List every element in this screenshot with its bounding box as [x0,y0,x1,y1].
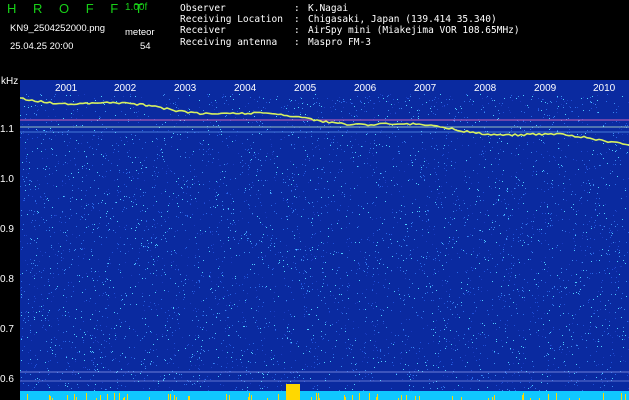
header: H R O F F T 1.00f KN9_2504252000.png 25.… [0,0,629,80]
info-row-antenna: Receiving antenna : Maspro FM-3 [180,37,520,48]
meteor-marker [188,396,189,400]
baseline-strip [20,391,629,400]
meteor-count: 54 [140,41,151,52]
time-tick-label: 2009 [534,83,557,94]
meteor-marker [67,395,68,400]
meteor-marker [249,393,250,400]
time-tick-label: 2008 [474,83,497,94]
info-label: Receiving Location [180,14,283,26]
time-tick-label: 2010 [593,83,616,94]
info-separator: : [294,14,300,26]
meteor-marker [100,395,101,400]
time-tick-label: 2007 [414,83,437,94]
meteor-marker [377,394,378,400]
meteor-marker [229,395,230,400]
info-value: AirSpy mini (Miakejima VOR 108.65MHz) [308,25,520,37]
meteor-burst-marker [286,384,300,400]
meteor-marker [127,394,128,400]
meteor-marker [401,395,402,400]
meteor-marker [86,393,87,400]
meteor-marker [415,396,416,400]
info-value: Chigasaki, Japan (139.414 35.340) [308,14,497,26]
meteor-marker [316,393,317,400]
meteor-label: meteor [125,27,155,38]
meteor-marker [318,393,319,400]
info-separator: : [294,36,300,48]
meteor-marker [27,394,28,400]
meteor-marker [119,393,120,400]
meteor-marker [344,395,345,400]
timestamp: 25.04.25 20:00 [10,41,74,52]
info-row-observer: Observer : K.Nagai [180,3,520,14]
info-separator: : [294,25,300,37]
meteor-marker [174,395,175,400]
time-tick-label: 2003 [174,83,197,94]
frequency-tick-label: 1.0 [0,174,14,185]
meteor-marker [107,395,108,400]
meteor-marker [494,395,495,400]
meteor-marker [452,396,453,400]
meteor-marker [556,393,557,400]
meteor-marker [50,396,51,400]
meteor-marker [168,394,169,400]
meteor-marker [359,393,360,400]
frequency-tick-label: 0.7 [0,324,14,335]
meteor-marker [522,395,523,400]
frequency-axis: kHz 1.1 1.0 0.9 0.8 0.7 0.6 [0,76,20,400]
info-row-location: Receiving Location : Chigasaki, Japan (1… [180,14,520,25]
frequency-tick-label: 0.6 [0,374,14,385]
time-tick-label: 2001 [55,83,78,94]
meteor-marker [278,394,279,400]
frequency-tick-label: 0.9 [0,224,14,235]
info-separator: : [294,3,300,14]
meteor-marker [625,394,626,400]
meteor-marker [189,396,190,400]
meteor-marker [369,393,370,400]
frequency-unit-label: kHz [1,76,19,87]
meteor-marker [114,393,115,400]
file-name: KN9_2504252000.png [10,23,106,34]
meteor-marker [406,395,407,400]
time-tick-label: 2002 [114,83,137,94]
info-label: Receiving antenna [180,36,278,48]
meteor-marker [621,393,622,400]
info-label: Observer [180,3,226,14]
info-label: Receiver [180,25,226,37]
meteor-marker [251,395,252,400]
meteor-marker [49,395,50,400]
meteor-marker [74,394,75,400]
meteor-marker [603,393,604,400]
time-tick-label: 2004 [234,83,257,94]
meteor-marker [523,393,524,400]
meteor-marker [226,394,227,400]
meteor-marker [170,394,171,400]
info-value: Maspro FM-3 [308,36,371,48]
meteor-marker [352,395,353,400]
meteor-marker [548,394,549,400]
frequency-tick-label: 0.8 [0,274,14,285]
frequency-tick-label: 1.1 [0,124,14,135]
observation-info: Observer : K.Nagai Receiving Location : … [180,3,520,48]
time-tick-label: 2006 [354,83,377,94]
spectrogram: 2001 2002 2003 2004 2005 2006 2007 2008 … [20,80,629,400]
info-row-receiver: Receiver : AirSpy mini (Miakejima VOR 10… [180,25,520,36]
info-value: K.Nagai [308,3,349,14]
time-tick-label: 2005 [294,83,317,94]
version-label: 1.00f [125,2,148,13]
